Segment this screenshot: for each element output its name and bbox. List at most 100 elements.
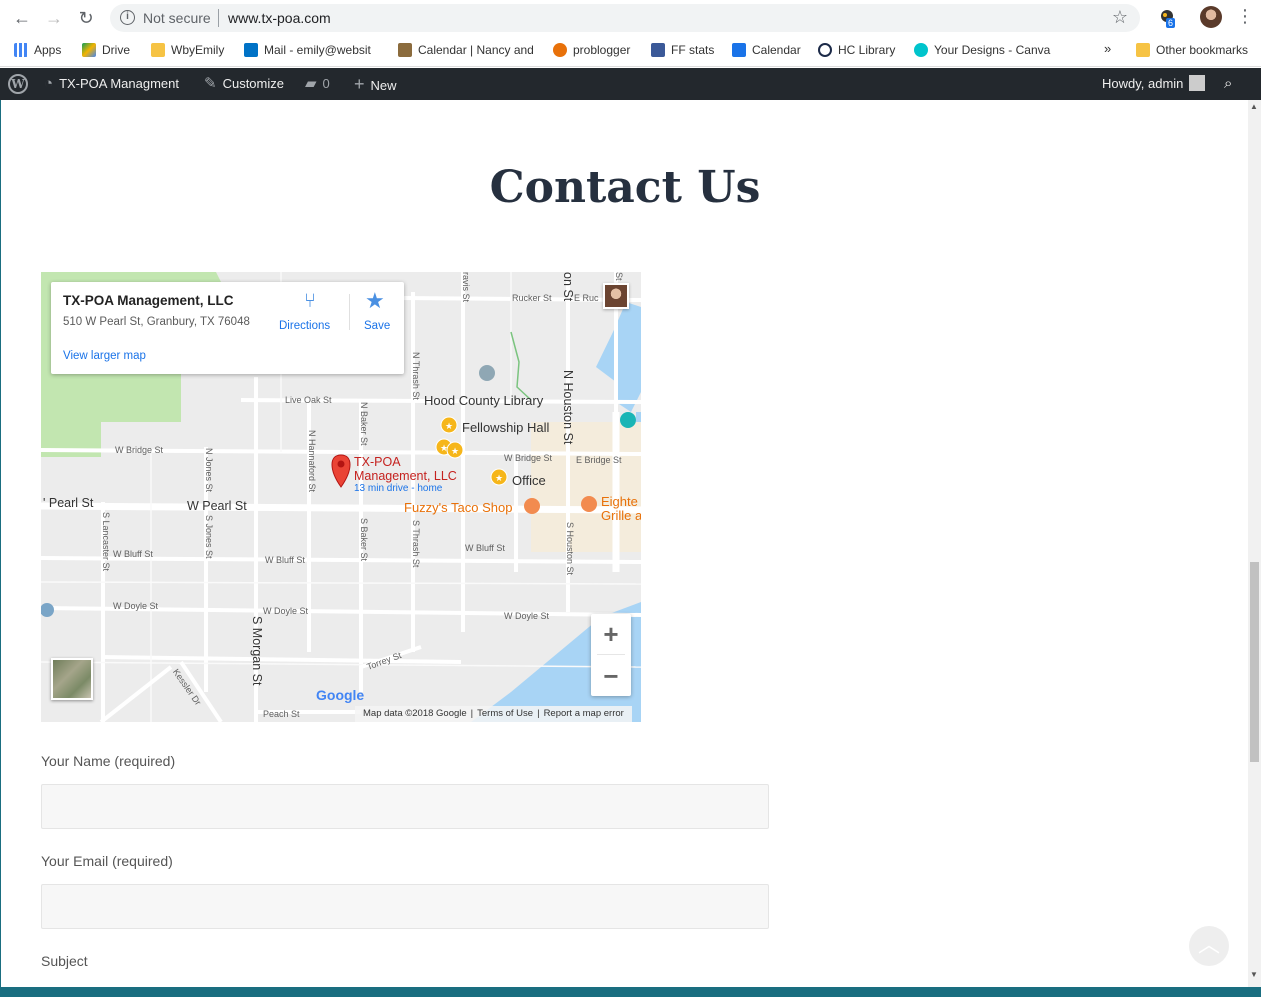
bookmark-other[interactable]: Other bookmarks — [1136, 43, 1248, 57]
admin-account[interactable]: Howdy, admin — [1102, 68, 1206, 100]
admin-site-name[interactable]: ◔ TX-POA Managment — [44, 68, 179, 100]
menu-dots-icon[interactable]: ⋮ — [1236, 6, 1254, 26]
terms-link[interactable]: Terms of Use — [477, 708, 533, 719]
bookmark-label: Calendar — [752, 43, 801, 57]
wordpress-logo-icon[interactable]: W — [8, 74, 28, 94]
dashboard-icon: ◔ — [44, 75, 54, 92]
more-bookmarks-chevron-icon[interactable]: » — [1104, 41, 1111, 56]
google-logo-text: Google — [316, 687, 365, 703]
address-bar[interactable]: i Not secure www.tx-poa.com ☆ — [110, 4, 1140, 32]
bookmark-label: WbyEmily — [171, 43, 225, 57]
poi-office[interactable]: Office — [512, 473, 546, 488]
street-label: ravis St — [461, 272, 471, 303]
view-larger-map-link[interactable]: View larger map — [63, 350, 146, 362]
bookmark-ff-stats[interactable]: FF stats — [651, 43, 714, 57]
poi-fuzzys-taco-shop[interactable]: Fuzzy's Taco Shop — [404, 500, 512, 515]
bookmark-canva[interactable]: Your Designs - Canva — [914, 43, 1050, 57]
new-label: New — [370, 78, 397, 93]
page-scrollbar[interactable]: ▲ ▼ — [1248, 100, 1261, 987]
admin-customize[interactable]: ✎ Customize — [204, 68, 284, 100]
zoom-separator — [597, 654, 625, 655]
directions-icon[interactable]: ⑂ — [299, 290, 321, 312]
poi-grille[interactable]: Grille a — [601, 508, 641, 523]
email-field[interactable] — [41, 884, 769, 929]
pin-label-line-2[interactable]: Management, LLC — [354, 469, 457, 483]
name-field[interactable] — [41, 784, 769, 829]
star-icon[interactable]: ★ — [365, 288, 385, 314]
street-label: S Lancaster St — [101, 512, 111, 572]
security-label: Not secure — [143, 10, 211, 26]
admin-new[interactable]: + New — [354, 68, 397, 100]
folder-icon — [151, 43, 165, 57]
svg-text:★: ★ — [451, 447, 459, 457]
pin-label-line-1[interactable]: TX-POA — [354, 455, 401, 469]
scroll-to-top-button[interactable]: ︿ — [1189, 926, 1229, 966]
svg-text:★: ★ — [445, 422, 453, 432]
svg-text:★: ★ — [495, 474, 503, 484]
info-icon[interactable]: i — [120, 10, 135, 25]
street-label: E Bridge St — [576, 455, 622, 465]
bookmark-calendar[interactable]: Calendar — [732, 43, 801, 57]
google-map[interactable]: ★ ★ ★ ★ Rucker St E Ruc Live Oak St W Bridg… — [41, 272, 641, 722]
wp-admin-bar: W ◔ TX-POA Managment ✎ Customize ▰ 0 + New H… — [0, 68, 1261, 100]
email-label: Your Email (required) — [41, 853, 173, 869]
back-arrow-icon[interactable]: ← — [12, 8, 32, 28]
poi-eighteen[interactable]: Eighte — [601, 494, 638, 509]
bookmark-calendar-nancy[interactable]: Calendar | Nancy and — [398, 43, 534, 57]
admin-avatar — [1189, 75, 1206, 91]
admin-comments[interactable]: ▰ 0 — [305, 68, 330, 100]
comment-icon: ▰ — [305, 75, 317, 92]
bookmark-wbyemily[interactable]: WbyEmily — [151, 43, 224, 57]
search-icon[interactable]: ⌕ — [1224, 68, 1232, 100]
street-label: W Pearl St — [187, 499, 247, 513]
street-label: W Doyle St — [263, 606, 309, 616]
footer-strip — [0, 987, 1261, 997]
scroll-up-arrow-icon[interactable]: ▲ — [1250, 102, 1258, 111]
bookmark-apps[interactable]: Apps — [14, 43, 61, 57]
bookmark-star-icon[interactable]: ☆ — [1112, 7, 1128, 28]
drive-time-label[interactable]: 13 min drive - home — [354, 483, 442, 494]
street-label: S Jones St — [204, 515, 214, 559]
bookmark-problogger[interactable]: problogger — [553, 43, 630, 57]
extension-badge: 6 — [1166, 18, 1176, 28]
bookmark-mail[interactable]: Mail - emily@websit — [244, 43, 371, 57]
street-label: W Bluff St — [113, 549, 153, 559]
bookmark-label: FF stats — [671, 43, 715, 57]
forward-arrow-icon[interactable]: → — [44, 8, 64, 28]
ff-icon — [651, 43, 665, 57]
map-user-avatar[interactable] — [603, 283, 629, 309]
street-label: ' Pearl St — [43, 496, 94, 510]
zoom-in-button[interactable]: + — [591, 614, 631, 654]
google-calendar-icon — [732, 43, 746, 57]
card-separator — [349, 294, 350, 330]
report-map-error-link[interactable]: Report a map error — [544, 708, 624, 719]
bookmark-hc-library[interactable]: HC Library — [818, 43, 895, 57]
street-label: N Hannaford St — [307, 430, 317, 493]
avatar-photo — [605, 285, 627, 307]
scroll-down-arrow-icon[interactable]: ▼ — [1250, 970, 1258, 979]
outlook-icon — [244, 43, 258, 57]
url-text[interactable]: www.tx-poa.com — [228, 10, 331, 26]
directions-link[interactable]: Directions — [279, 320, 330, 332]
bookmark-drive[interactable]: Drive — [82, 43, 130, 57]
poi-hood-county-library[interactable]: Hood County Library — [424, 393, 543, 408]
street-label: N Jones St — [204, 448, 214, 493]
save-link[interactable]: Save — [364, 320, 390, 332]
bookmark-label: Mail - emily@websit — [264, 43, 371, 57]
satellite-toggle[interactable] — [51, 658, 93, 700]
folder-icon — [1136, 43, 1150, 57]
zoom-control: + − — [591, 614, 631, 696]
reload-icon[interactable]: ↻ — [76, 8, 96, 28]
library-icon — [818, 43, 832, 57]
brush-icon: ✎ — [204, 75, 217, 92]
map-info-card: TX-POA Management, LLC 510 W Pearl St, G… — [51, 282, 404, 374]
map-data-text: Map data ©2018 Google — [363, 708, 467, 719]
street-label: S Morgan St — [250, 616, 264, 686]
scroll-thumb[interactable] — [1250, 562, 1259, 762]
profile-avatar[interactable] — [1200, 6, 1222, 28]
zoom-out-button[interactable]: − — [591, 656, 631, 696]
bookmark-label: Drive — [102, 43, 131, 57]
poi-fellowship-hall[interactable]: Fellowship Hall — [462, 420, 549, 435]
drive-icon — [82, 43, 96, 57]
page-content: Contact Us ★ ★ ★ ★ Rucker St E Ruc Live … — [0, 100, 1248, 987]
